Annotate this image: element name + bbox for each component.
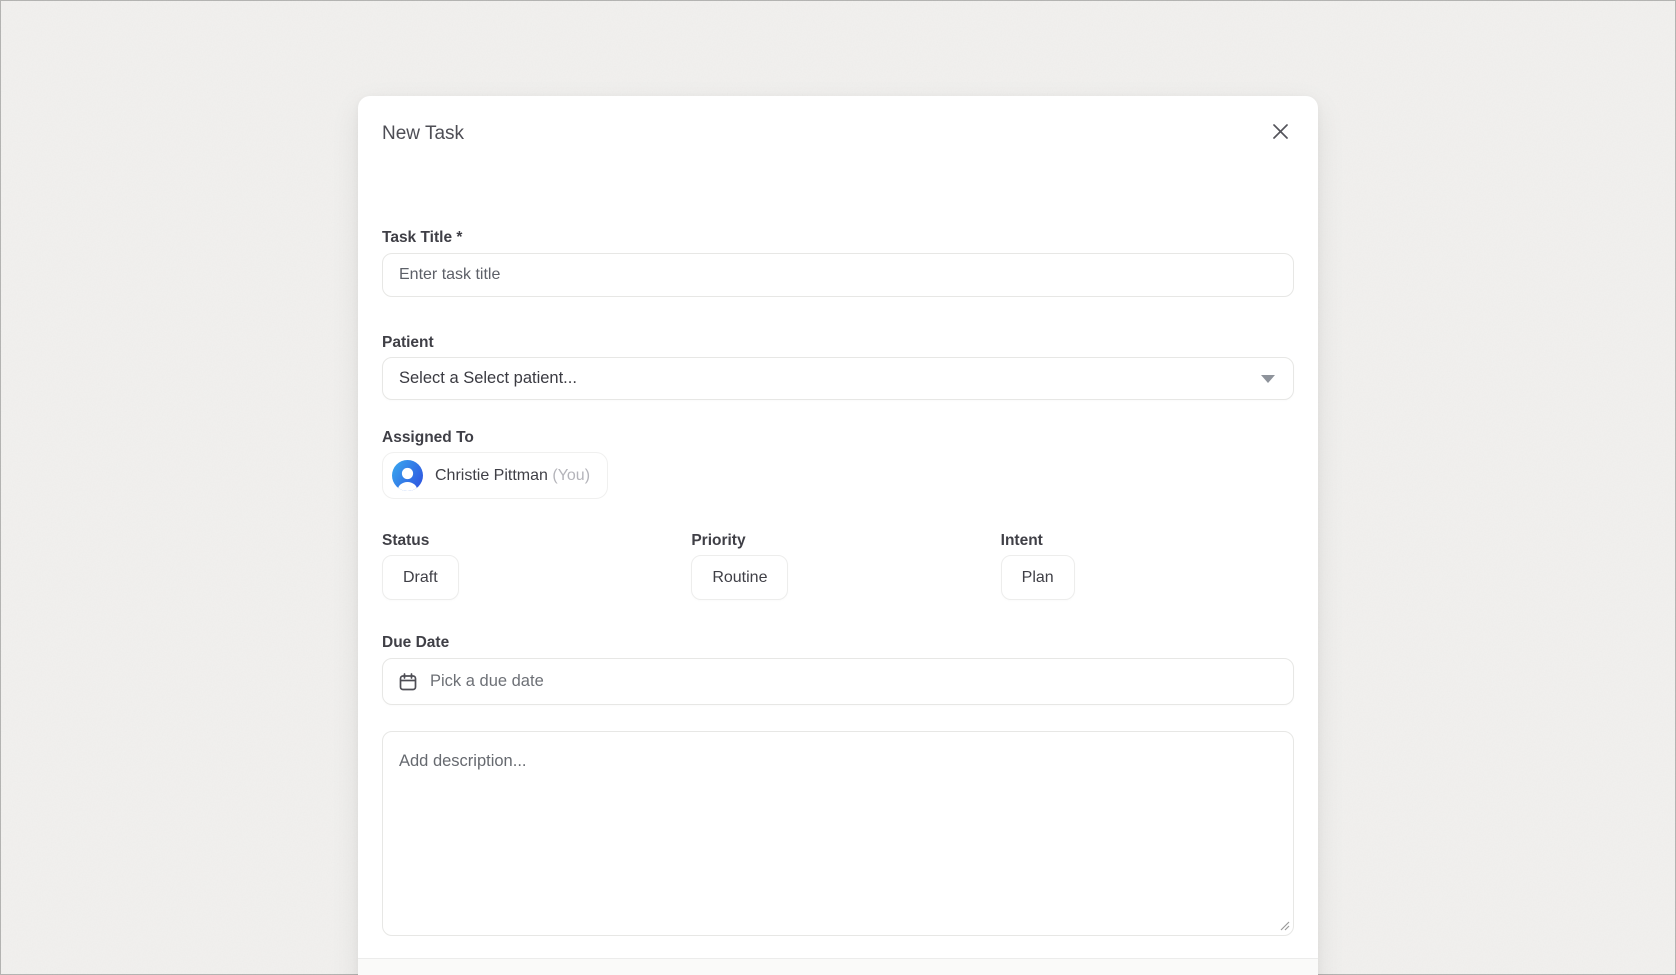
modal-title: New Task	[382, 121, 1294, 146]
description-field-wrap	[382, 731, 1294, 936]
due-date-label: Due Date	[382, 633, 1294, 652]
modal-header: New Task	[382, 96, 1294, 146]
description-textarea[interactable]	[382, 731, 1294, 936]
patient-label: Patient	[382, 333, 1294, 352]
desktop-background: { "modal": { "title": "New Task", "field…	[0, 0, 1676, 975]
status-label: Status	[382, 531, 675, 550]
intent-label: Intent	[1001, 531, 1294, 550]
modal-footer	[358, 958, 1318, 975]
assignee-name-text: Christie Pittman	[435, 467, 548, 484]
task-title-label: Task Title *	[382, 228, 1294, 247]
patient-select-value: Select a Select patient...	[399, 369, 577, 388]
user-avatar	[392, 460, 423, 491]
patient-select[interactable]: Select a Select patient...	[382, 357, 1294, 400]
due-date-picker[interactable]: Pick a due date	[382, 658, 1294, 705]
assignee-you-suffix: (You)	[552, 467, 590, 484]
status-priority-intent-row: Status Draft Priority Routine Intent Pla…	[382, 531, 1294, 600]
new-task-modal: New Task Task Title * Patient Select a S…	[358, 96, 1318, 975]
intent-button[interactable]: Plan	[1001, 555, 1075, 600]
status-button[interactable]: Draft	[382, 555, 459, 600]
due-date-placeholder: Pick a due date	[430, 672, 544, 691]
task-title-input[interactable]	[382, 253, 1294, 297]
priority-label: Priority	[691, 531, 984, 550]
close-icon	[1271, 122, 1290, 141]
calendar-icon	[398, 672, 418, 692]
close-button[interactable]	[1266, 117, 1294, 145]
priority-button[interactable]: Routine	[691, 555, 788, 600]
chevron-down-icon	[1261, 375, 1275, 383]
assignee-chip[interactable]: Christie Pittman (You)	[382, 452, 608, 499]
intent-column: Intent Plan	[1001, 531, 1294, 600]
assignee-name: Christie Pittman (You)	[435, 467, 590, 485]
priority-column: Priority Routine	[691, 531, 984, 600]
status-column: Status Draft	[382, 531, 675, 600]
assigned-to-label: Assigned To	[382, 428, 1294, 447]
